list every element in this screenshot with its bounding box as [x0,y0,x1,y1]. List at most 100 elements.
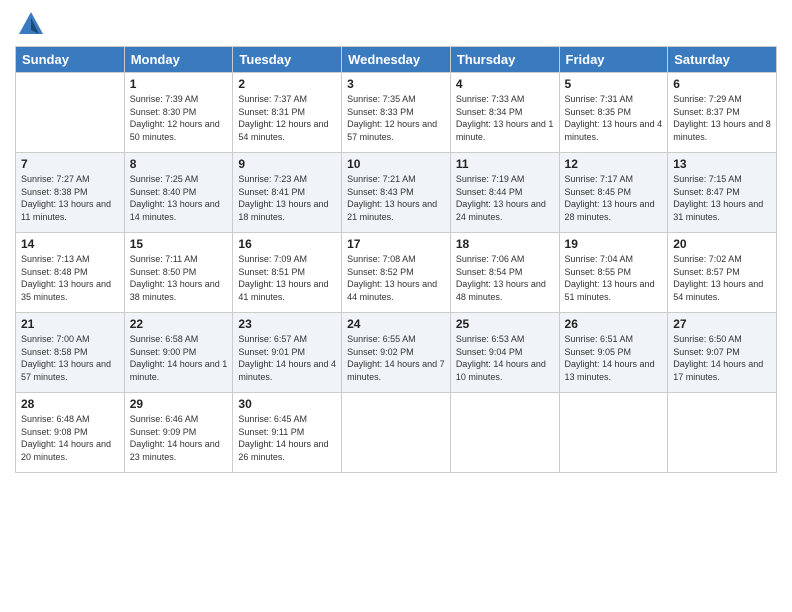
day-info: Sunrise: 7:13 AMSunset: 8:48 PMDaylight:… [21,253,119,303]
day-info: Sunrise: 7:23 AMSunset: 8:41 PMDaylight:… [238,173,336,223]
day-cell: 27 Sunrise: 6:50 AMSunset: 9:07 PMDayligh… [668,313,777,393]
day-cell: 29 Sunrise: 6:46 AMSunset: 9:09 PMDayligh… [124,393,233,473]
day-number: 6 [673,77,771,91]
day-cell [559,393,668,473]
week-row-5: 28 Sunrise: 6:48 AMSunset: 9:08 PMDayligh… [16,393,777,473]
day-cell: 15Sunrise: 7:11 AMSunset: 8:50 PMDayligh… [124,233,233,313]
day-number: 16 [238,237,336,251]
day-info: Sunrise: 7:15 AMSunset: 8:47 PMDaylight:… [673,173,771,223]
day-cell: 4Sunrise: 7:33 AMSunset: 8:34 PMDaylight… [450,73,559,153]
day-info: Sunrise: 7:29 AMSunset: 8:37 PMDaylight:… [673,93,771,143]
day-info: Sunrise: 7:31 AMSunset: 8:35 PMDaylight:… [565,93,663,143]
day-header-friday: Friday [559,47,668,73]
day-cell: 1Sunrise: 7:39 AMSunset: 8:30 PMDaylight… [124,73,233,153]
day-info: Sunrise: 7:25 AMSunset: 8:40 PMDaylight:… [130,173,228,223]
week-row-4: 21 Sunrise: 7:00 AMSunset: 8:58 PMDayligh… [16,313,777,393]
day-cell: 6 Sunrise: 7:29 AMSunset: 8:37 PMDaylight… [668,73,777,153]
day-info: Sunrise: 7:21 AMSunset: 8:43 PMDaylight:… [347,173,445,223]
day-number: 5 [565,77,663,91]
week-row-3: 14 Sunrise: 7:13 AMSunset: 8:48 PMDayligh… [16,233,777,313]
calendar-container: SundayMondayTuesdayWednesdayThursdayFrid… [0,0,792,483]
day-number: 9 [238,157,336,171]
day-number: 18 [456,237,554,251]
day-info: Sunrise: 7:39 AMSunset: 8:30 PMDaylight:… [130,93,228,143]
calendar-table: SundayMondayTuesdayWednesdayThursdayFrid… [15,46,777,473]
day-number: 22 [130,317,228,331]
day-cell: 2 Sunrise: 7:37 AMSunset: 8:31 PMDaylight… [233,73,342,153]
day-info: Sunrise: 7:09 AMSunset: 8:51 PMDaylight:… [238,253,336,303]
day-cell [450,393,559,473]
day-info: Sunrise: 6:45 AMSunset: 9:11 PMDaylight:… [238,413,336,463]
day-number: 12 [565,157,663,171]
week-row-2: 7 Sunrise: 7:27 AMSunset: 8:38 PMDaylight… [16,153,777,233]
day-info: Sunrise: 7:19 AMSunset: 8:44 PMDaylight:… [456,173,554,223]
day-cell: 11 Sunrise: 7:19 AMSunset: 8:44 PMDayligh… [450,153,559,233]
day-cell [342,393,451,473]
day-cell: 10 Sunrise: 7:21 AMSunset: 8:43 PMDayligh… [342,153,451,233]
day-cell: 28 Sunrise: 6:48 AMSunset: 9:08 PMDayligh… [16,393,125,473]
week-row-1: 1Sunrise: 7:39 AMSunset: 8:30 PMDaylight… [16,73,777,153]
day-number: 23 [238,317,336,331]
day-cell: 3Sunrise: 7:35 AMSunset: 8:33 PMDaylight… [342,73,451,153]
day-info: Sunrise: 7:27 AMSunset: 8:38 PMDaylight:… [21,173,119,223]
day-header-tuesday: Tuesday [233,47,342,73]
day-header-thursday: Thursday [450,47,559,73]
day-number: 14 [21,237,119,251]
day-cell: 5 Sunrise: 7:31 AMSunset: 8:35 PMDaylight… [559,73,668,153]
day-number: 28 [21,397,119,411]
day-info: Sunrise: 7:04 AMSunset: 8:55 PMDaylight:… [565,253,663,303]
day-cell: 16 Sunrise: 7:09 AMSunset: 8:51 PMDayligh… [233,233,342,313]
day-info: Sunrise: 7:08 AMSunset: 8:52 PMDaylight:… [347,253,445,303]
day-number: 24 [347,317,445,331]
day-cell: 22 Sunrise: 6:58 AMSunset: 9:00 PMDayligh… [124,313,233,393]
day-info: Sunrise: 7:37 AMSunset: 8:31 PMDaylight:… [238,93,336,143]
day-info: Sunrise: 7:35 AMSunset: 8:33 PMDaylight:… [347,93,445,143]
day-cell [668,393,777,473]
day-info: Sunrise: 7:00 AMSunset: 8:58 PMDaylight:… [21,333,119,383]
day-cell: 13 Sunrise: 7:15 AMSunset: 8:47 PMDayligh… [668,153,777,233]
day-cell [16,73,125,153]
day-info: Sunrise: 6:58 AMSunset: 9:00 PMDaylight:… [130,333,228,383]
day-cell: 24 Sunrise: 6:55 AMSunset: 9:02 PMDayligh… [342,313,451,393]
day-header-wednesday: Wednesday [342,47,451,73]
day-cell: 14 Sunrise: 7:13 AMSunset: 8:48 PMDayligh… [16,233,125,313]
day-info: Sunrise: 6:50 AMSunset: 9:07 PMDaylight:… [673,333,771,383]
day-number: 8 [130,157,228,171]
day-number: 10 [347,157,445,171]
day-number: 13 [673,157,771,171]
day-info: Sunrise: 6:55 AMSunset: 9:02 PMDaylight:… [347,333,445,383]
header [15,10,777,38]
day-info: Sunrise: 7:06 AMSunset: 8:54 PMDaylight:… [456,253,554,303]
day-number: 27 [673,317,771,331]
day-info: Sunrise: 6:48 AMSunset: 9:08 PMDaylight:… [21,413,119,463]
day-number: 7 [21,157,119,171]
day-number: 21 [21,317,119,331]
day-number: 4 [456,77,554,91]
day-number: 11 [456,157,554,171]
day-cell: 17Sunrise: 7:08 AMSunset: 8:52 PMDayligh… [342,233,451,313]
day-header-sunday: Sunday [16,47,125,73]
day-number: 15 [130,237,228,251]
day-number: 26 [565,317,663,331]
day-header-saturday: Saturday [668,47,777,73]
day-number: 29 [130,397,228,411]
day-cell: 18 Sunrise: 7:06 AMSunset: 8:54 PMDayligh… [450,233,559,313]
day-info: Sunrise: 6:46 AMSunset: 9:09 PMDaylight:… [130,413,228,463]
day-cell: 26 Sunrise: 6:51 AMSunset: 9:05 PMDayligh… [559,313,668,393]
header-row: SundayMondayTuesdayWednesdayThursdayFrid… [16,47,777,73]
day-number: 2 [238,77,336,91]
day-cell: 12Sunrise: 7:17 AMSunset: 8:45 PMDayligh… [559,153,668,233]
day-number: 25 [456,317,554,331]
day-header-monday: Monday [124,47,233,73]
day-cell: 23 Sunrise: 6:57 AMSunset: 9:01 PMDayligh… [233,313,342,393]
day-number: 30 [238,397,336,411]
day-cell: 21 Sunrise: 7:00 AMSunset: 8:58 PMDayligh… [16,313,125,393]
day-cell: 30 Sunrise: 6:45 AMSunset: 9:11 PMDayligh… [233,393,342,473]
day-cell: 9 Sunrise: 7:23 AMSunset: 8:41 PMDaylight… [233,153,342,233]
day-cell: 19Sunrise: 7:04 AMSunset: 8:55 PMDayligh… [559,233,668,313]
day-info: Sunrise: 6:51 AMSunset: 9:05 PMDaylight:… [565,333,663,383]
logo-icon [17,10,45,38]
day-cell: 25Sunrise: 6:53 AMSunset: 9:04 PMDayligh… [450,313,559,393]
day-info: Sunrise: 6:57 AMSunset: 9:01 PMDaylight:… [238,333,336,383]
day-info: Sunrise: 7:02 AMSunset: 8:57 PMDaylight:… [673,253,771,303]
